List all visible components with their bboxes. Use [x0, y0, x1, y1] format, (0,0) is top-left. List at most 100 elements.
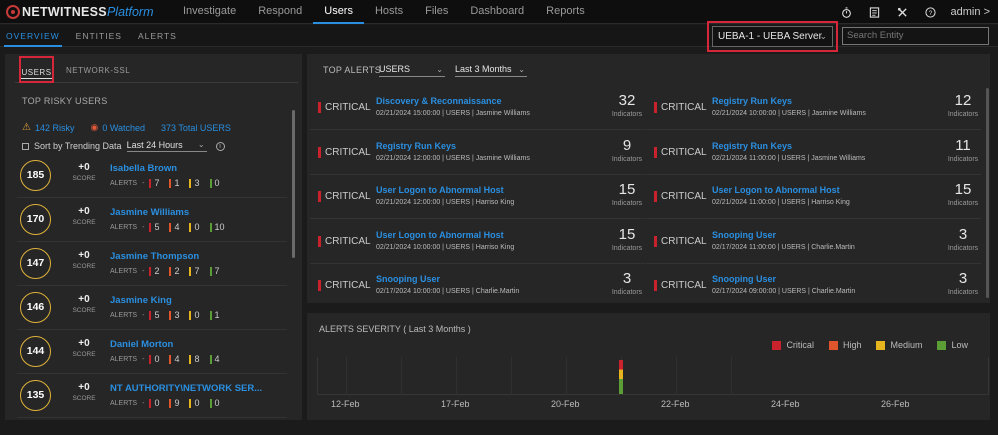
severity-tag: CRITICAL [318, 146, 371, 158]
alert-card[interactable]: CRITICAL Registry Run Keys 02/21/2024 11:0… [646, 132, 981, 175]
user-name-link[interactable]: Jasmine Williams [110, 207, 189, 218]
nav-respond[interactable]: Respond [247, 0, 313, 24]
tab-alerts[interactable]: ALERTS [130, 25, 185, 47]
alerts-time-select[interactable]: Last 3 Months ⌄ [455, 63, 527, 77]
legend-item-medium[interactable]: Medium [876, 340, 922, 350]
server-select[interactable]: UEBA-1 - UEBA Server ⌄ [712, 26, 833, 47]
entity-tabs: USERS NETWORK-SSL [15, 56, 298, 83]
sort-period-select[interactable]: Last 24 Hours ⌄ [126, 140, 207, 152]
severity-tag: CRITICAL [654, 102, 707, 113]
notes-icon[interactable] [861, 0, 889, 24]
alerts-scrollbar[interactable] [986, 88, 989, 298]
user-name-link[interactable]: NT AUTHORITY\NETWORK SER... [110, 383, 262, 394]
info-icon[interactable]: i [215, 141, 225, 151]
indicator-count: 3 [622, 270, 632, 287]
sort-checkbox[interactable] [22, 142, 29, 150]
indicator-count: 32 [618, 92, 636, 109]
brand-main: NETWITNESS [22, 5, 107, 19]
risk-score-circle: 170 [20, 204, 51, 235]
alert-name-link[interactable]: Registry Run Keys [712, 96, 792, 106]
bar-segment-critical[interactable] [619, 360, 623, 369]
alert-name-link[interactable]: Snooping User [376, 274, 440, 284]
nav-users[interactable]: Users [313, 0, 364, 24]
alert-name-link[interactable]: Registry Run Keys [376, 141, 456, 151]
nav-investigate[interactable]: Investigate [172, 0, 247, 24]
alert-count-l: 4 [209, 354, 220, 364]
main-nav: Investigate Respond Users Hosts Files Da… [172, 0, 596, 24]
alerts-dash: - [142, 311, 145, 319]
user-menu[interactable]: admin > [951, 6, 990, 18]
severity-label: CRITICAL [661, 235, 707, 247]
nav-files[interactable]: Files [414, 0, 459, 24]
tab-users[interactable]: USERS [19, 56, 54, 83]
alert-name-link[interactable]: Registry Run Keys [712, 141, 792, 151]
user-row[interactable]: 146 +0 SCORE Jasmine King ALERTS - 5 3 0 1 [17, 286, 287, 330]
bar-segment-high[interactable] [619, 368, 623, 371]
alert-card[interactable]: CRITICAL User Logon to Abnormal Host 02/21… [646, 176, 981, 219]
alert-card[interactable]: CRITICAL Registry Run Keys 02/21/2024 12:0… [310, 132, 645, 175]
alert-name-link[interactable]: Snooping User [712, 274, 776, 284]
alert-count-value: 1 [174, 178, 180, 188]
risky-count[interactable]: 142 Risky [35, 123, 75, 133]
nav-reports[interactable]: Reports [535, 0, 596, 24]
watched-count[interactable]: 0 Watched [102, 123, 145, 133]
user-row[interactable]: 170 +0 SCORE Jasmine Williams ALERTS - 5 4 0 10 [17, 198, 287, 242]
user-row[interactable]: 185 +0 SCORE Isabella Brown ALERTS - 7 1 3 0 [17, 154, 287, 198]
alert-count-h: 3 [169, 310, 179, 320]
alert-card[interactable]: CRITICAL Snooping User 02/17/2024 11:00:00… [646, 221, 981, 264]
user-list-scrollbar[interactable] [292, 110, 295, 258]
nav-hosts[interactable]: Hosts [364, 0, 414, 24]
brand-sub: Platform [106, 5, 154, 19]
legend-item-high[interactable]: High [828, 340, 861, 350]
alert-name-link[interactable]: User Logon to Abnormal Host [376, 230, 504, 240]
alert-count-h: 1 [169, 178, 179, 188]
legend-item-low[interactable]: Low [937, 340, 968, 350]
tab-network-ssl[interactable]: NETWORK-SSL [66, 56, 130, 83]
alert-name-link[interactable]: Snooping User [712, 230, 776, 240]
severity-bar [654, 235, 657, 247]
user-name-link[interactable]: Isabella Brown [110, 163, 177, 174]
user-row[interactable]: 135 +0 SCORE NT AUTHORITY\NETWORK SER... ALE… [17, 374, 287, 418]
grid-line [401, 357, 402, 395]
user-name-link[interactable]: Jasmine Thompson [110, 251, 199, 262]
alert-card[interactable]: CRITICAL Snooping User 02/17/2024 09:00:00… [646, 265, 981, 295]
indicator-count: 9 [622, 136, 632, 154]
bar-segment-medium[interactable] [619, 370, 623, 379]
user-name-link[interactable]: Daniel Morton [110, 339, 173, 350]
alert-card[interactable]: CRITICAL Registry Run Keys 02/21/2024 10:0… [646, 87, 981, 130]
alert-card[interactable]: CRITICAL User Logon to Abnormal Host 02/21… [310, 221, 645, 264]
severity-bar [318, 191, 321, 202]
severity-tag: CRITICAL [654, 191, 707, 202]
indicators-label: Indicators [947, 244, 979, 252]
alerts-label: ALERTS [110, 311, 138, 319]
legend-item-critical[interactable]: Critical [772, 340, 814, 350]
chevron-down-icon: ⌄ [518, 65, 525, 74]
tab-entities[interactable]: ENTITIES [68, 25, 130, 47]
indicators-label: Indicators [947, 111, 979, 118]
alert-name-link[interactable]: User Logon to Abnormal Host [376, 185, 504, 195]
user-row[interactable]: 144 +0 SCORE Daniel Morton ALERTS - 0 4 8 4 [17, 330, 287, 374]
score-delta: +0 [78, 382, 90, 393]
total-users-count[interactable]: 373 Total USERS [161, 123, 231, 133]
user-name-link[interactable]: Jasmine King [110, 295, 172, 306]
alerts-entity-select[interactable]: USERS ⌄ [379, 63, 445, 77]
alert-card[interactable]: CRITICAL Discovery & Reconnaissance 02/21/… [310, 87, 645, 130]
bar-segment-low[interactable] [619, 378, 623, 394]
severity-label: CRITICAL [661, 191, 707, 202]
alert-card[interactable]: CRITICAL Snooping User 02/17/2024 10:00:00… [310, 265, 645, 295]
help-icon[interactable]: ? [917, 0, 945, 24]
search-input[interactable]: Search Entity [842, 27, 989, 45]
severity-tag: CRITICAL [318, 235, 371, 247]
alert-card[interactable]: CRITICAL User Logon to Abnormal Host 02/21… [310, 176, 645, 219]
user-row[interactable]: 147 +0 SCORE Jasmine Thompson ALERTS - 2 2 7 7 [17, 242, 287, 286]
severity-tag: CRITICAL [654, 235, 707, 247]
alert-name-link[interactable]: User Logon to Abnormal Host [712, 185, 840, 195]
tab-overview[interactable]: OVERVIEW [4, 25, 62, 47]
logo[interactable]: NETWITNESS Platform [6, 4, 154, 20]
nav-dashboard[interactable]: Dashboard [459, 0, 535, 24]
tools-icon[interactable] [889, 0, 917, 24]
alerts-label: ALERTS [110, 355, 138, 363]
alert-name-link[interactable]: Discovery & Reconnaissance [376, 96, 502, 106]
alert-count-value: 0 [214, 178, 220, 188]
risk-score-circle: 185 [20, 160, 51, 191]
